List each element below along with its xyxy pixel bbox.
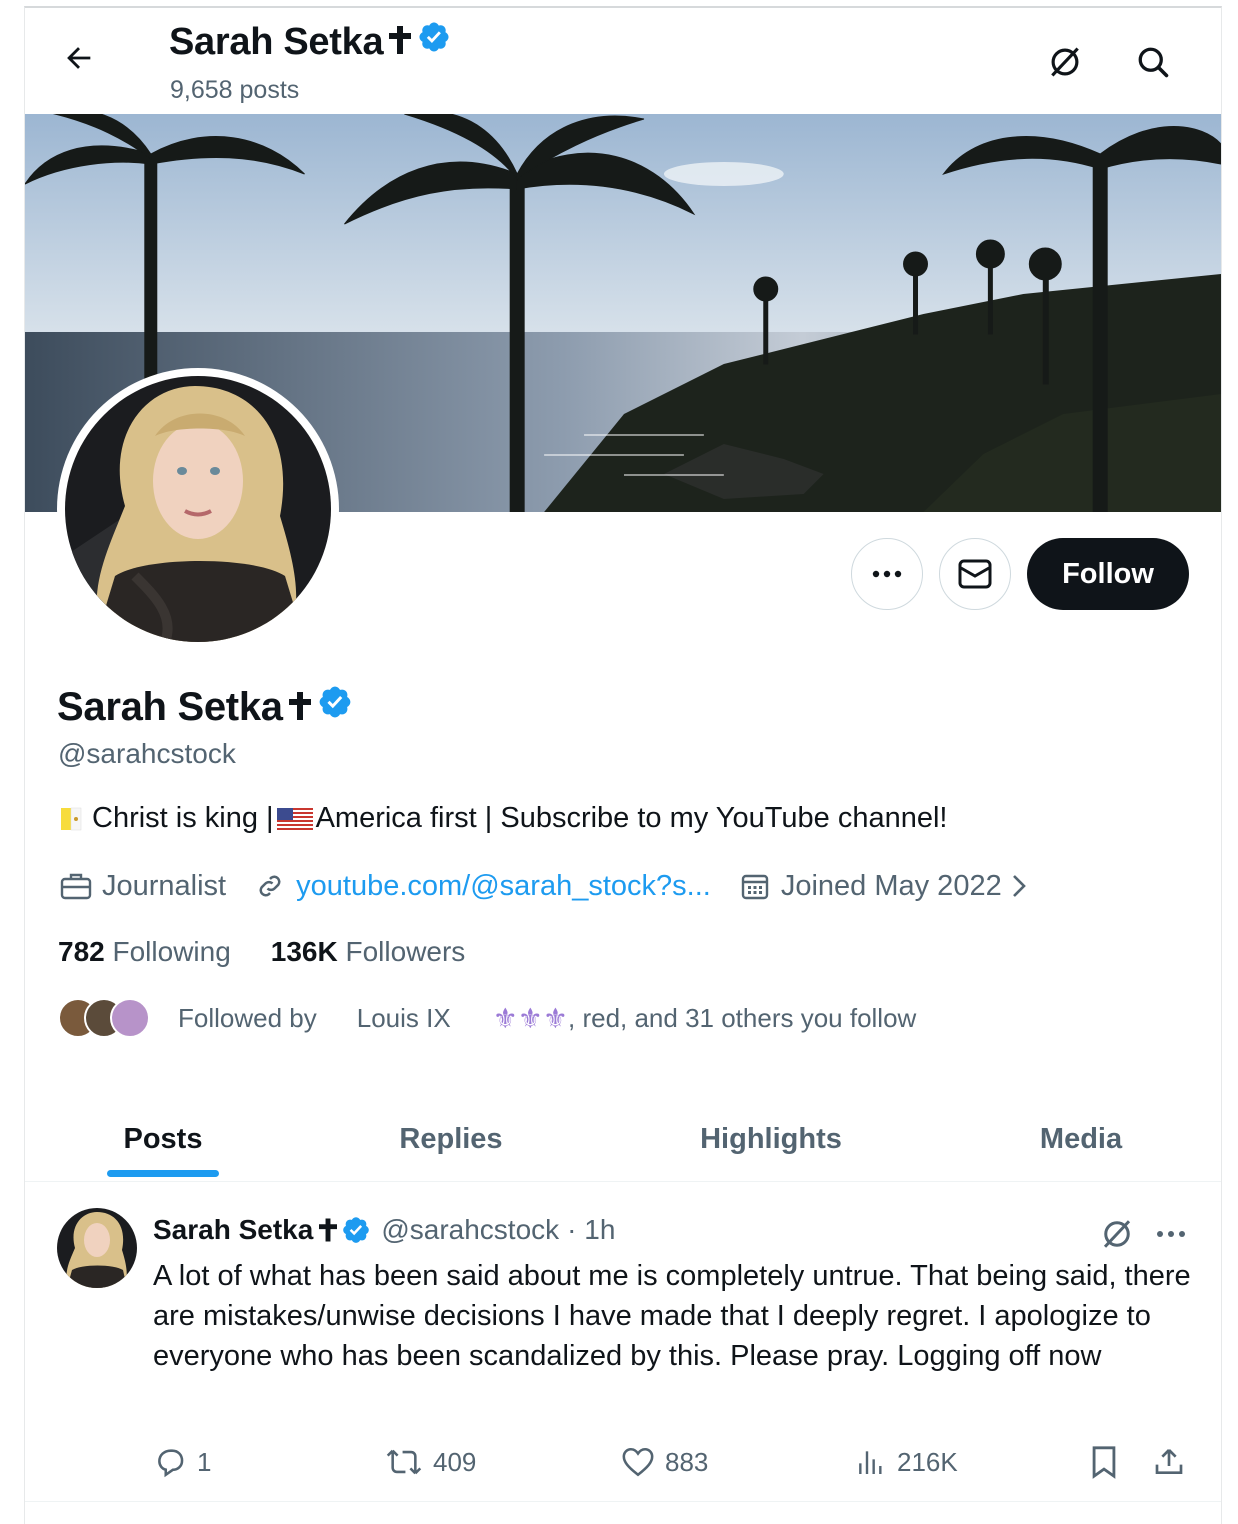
bookmark-icon — [1092, 1446, 1116, 1479]
followed-by-rest: , red, and 31 others you follow — [568, 1002, 917, 1033]
like-button[interactable]: 883 — [621, 1440, 708, 1484]
chevron-right-icon[interactable] — [1010, 873, 1028, 899]
tab-highlights[interactable]: Highlights — [665, 1096, 877, 1182]
profile-name: Sarah Setka — [57, 684, 353, 730]
post[interactable]: Sarah Setka @sarahcstock · 1h A lot of w… — [25, 1184, 1221, 1502]
profile-meta: Journalist youtube.com/@sarah_stock?s...… — [58, 868, 1028, 904]
post-author-handle[interactable]: @sarahcstock — [381, 1214, 559, 1246]
vatican-flag-icon — [58, 806, 84, 832]
active-tab-indicator — [107, 1170, 219, 1177]
follower-avatar — [110, 998, 150, 1038]
link-icon — [252, 868, 288, 904]
grok-icon[interactable] — [1043, 40, 1087, 84]
followers-count: 136K — [270, 936, 338, 967]
briefcase-icon — [58, 868, 94, 904]
verified-badge-icon[interactable] — [317, 684, 353, 730]
cross-icon — [288, 685, 311, 730]
more-options-button[interactable] — [851, 538, 923, 610]
followed-by-first: Louis IX — [356, 1002, 451, 1033]
header-title: Sarah Setka — [169, 20, 451, 64]
cross-icon — [319, 1218, 338, 1242]
views-button[interactable]: 216K — [855, 1440, 958, 1484]
followed-by-label: Followed by — [178, 1002, 317, 1033]
profile-page: Sarah Setka 9,658 posts Follow Sarah Set… — [24, 6, 1222, 1524]
follow-stats: 782 Following 136K Followers — [58, 936, 465, 968]
cross-icon — [389, 21, 412, 64]
post-text: A lot of what has been said about me is … — [153, 1260, 1191, 1372]
repost-icon — [386, 1449, 422, 1475]
profile-bio: Christ is king | America first | Subscri… — [58, 802, 947, 835]
share-icon — [1155, 1449, 1183, 1474]
post-avatar[interactable] — [57, 1208, 137, 1288]
reply-button[interactable]: 1 — [153, 1440, 211, 1484]
following-count: 782 — [58, 936, 105, 967]
view-count: 216K — [897, 1446, 958, 1477]
post-time[interactable]: · 1h — [567, 1214, 615, 1246]
us-flag-icon — [276, 807, 313, 832]
search-icon[interactable] — [1131, 40, 1175, 84]
header-name: Sarah Setka — [169, 20, 384, 63]
bio-text-2: America first | Subscribe to my YouTube … — [315, 802, 948, 834]
reply-icon — [158, 1449, 184, 1478]
calendar-icon — [737, 868, 773, 904]
verified-badge-icon — [341, 1215, 371, 1245]
more-dots-icon — [872, 570, 902, 578]
followers-label: Followers — [345, 936, 466, 967]
post-author-name[interactable]: Sarah Setka — [153, 1214, 313, 1246]
following-link[interactable]: 782 Following — [58, 936, 231, 968]
profile-handle: @sarahcstock — [58, 738, 236, 769]
tab-replies[interactable]: Replies — [365, 1096, 537, 1182]
post-header: Sarah Setka @sarahcstock · 1h — [153, 1214, 615, 1246]
tab-media[interactable]: Media — [1005, 1096, 1157, 1182]
follow-button[interactable]: Follow — [1027, 538, 1189, 610]
followers-link[interactable]: 136K Followers — [271, 936, 466, 968]
heart-icon — [622, 1447, 654, 1477]
fleur-de-lis-icon: ⚜⚜⚜ — [492, 1002, 568, 1034]
profession-label: Journalist — [102, 869, 227, 902]
reply-count: 1 — [197, 1446, 212, 1477]
following-label: Following — [112, 936, 231, 967]
message-button[interactable] — [939, 538, 1011, 610]
post-actions: 1 409 883 216K — [153, 1440, 1193, 1484]
repost-count: 409 — [433, 1446, 477, 1477]
share-button[interactable] — [1153, 1440, 1185, 1484]
back-arrow-icon[interactable] — [59, 38, 99, 78]
grok-icon[interactable] — [1095, 1212, 1139, 1256]
bio-text-1: Christ is king | — [92, 802, 274, 834]
top-bar: Sarah Setka 9,658 posts — [25, 8, 1221, 114]
analytics-icon — [859, 1451, 882, 1474]
post-more-icon[interactable] — [1149, 1212, 1193, 1256]
envelope-icon — [958, 559, 992, 589]
repost-button[interactable]: 409 — [385, 1440, 476, 1484]
joined-date: Joined May 2022 — [780, 869, 1002, 902]
bookmark-button[interactable] — [1089, 1440, 1119, 1484]
followed-by-row[interactable]: Followed by Louis IX ⚜⚜⚜ , red, and 31 o… — [58, 994, 916, 1042]
posts-count: 9,658 posts — [170, 76, 300, 104]
verified-badge-icon — [417, 20, 451, 64]
profile-website-link[interactable]: youtube.com/@sarah_stock?s... — [296, 870, 711, 903]
like-count: 883 — [665, 1446, 709, 1477]
profile-name-text: Sarah Setka — [57, 684, 283, 729]
profile-avatar[interactable] — [57, 368, 339, 650]
